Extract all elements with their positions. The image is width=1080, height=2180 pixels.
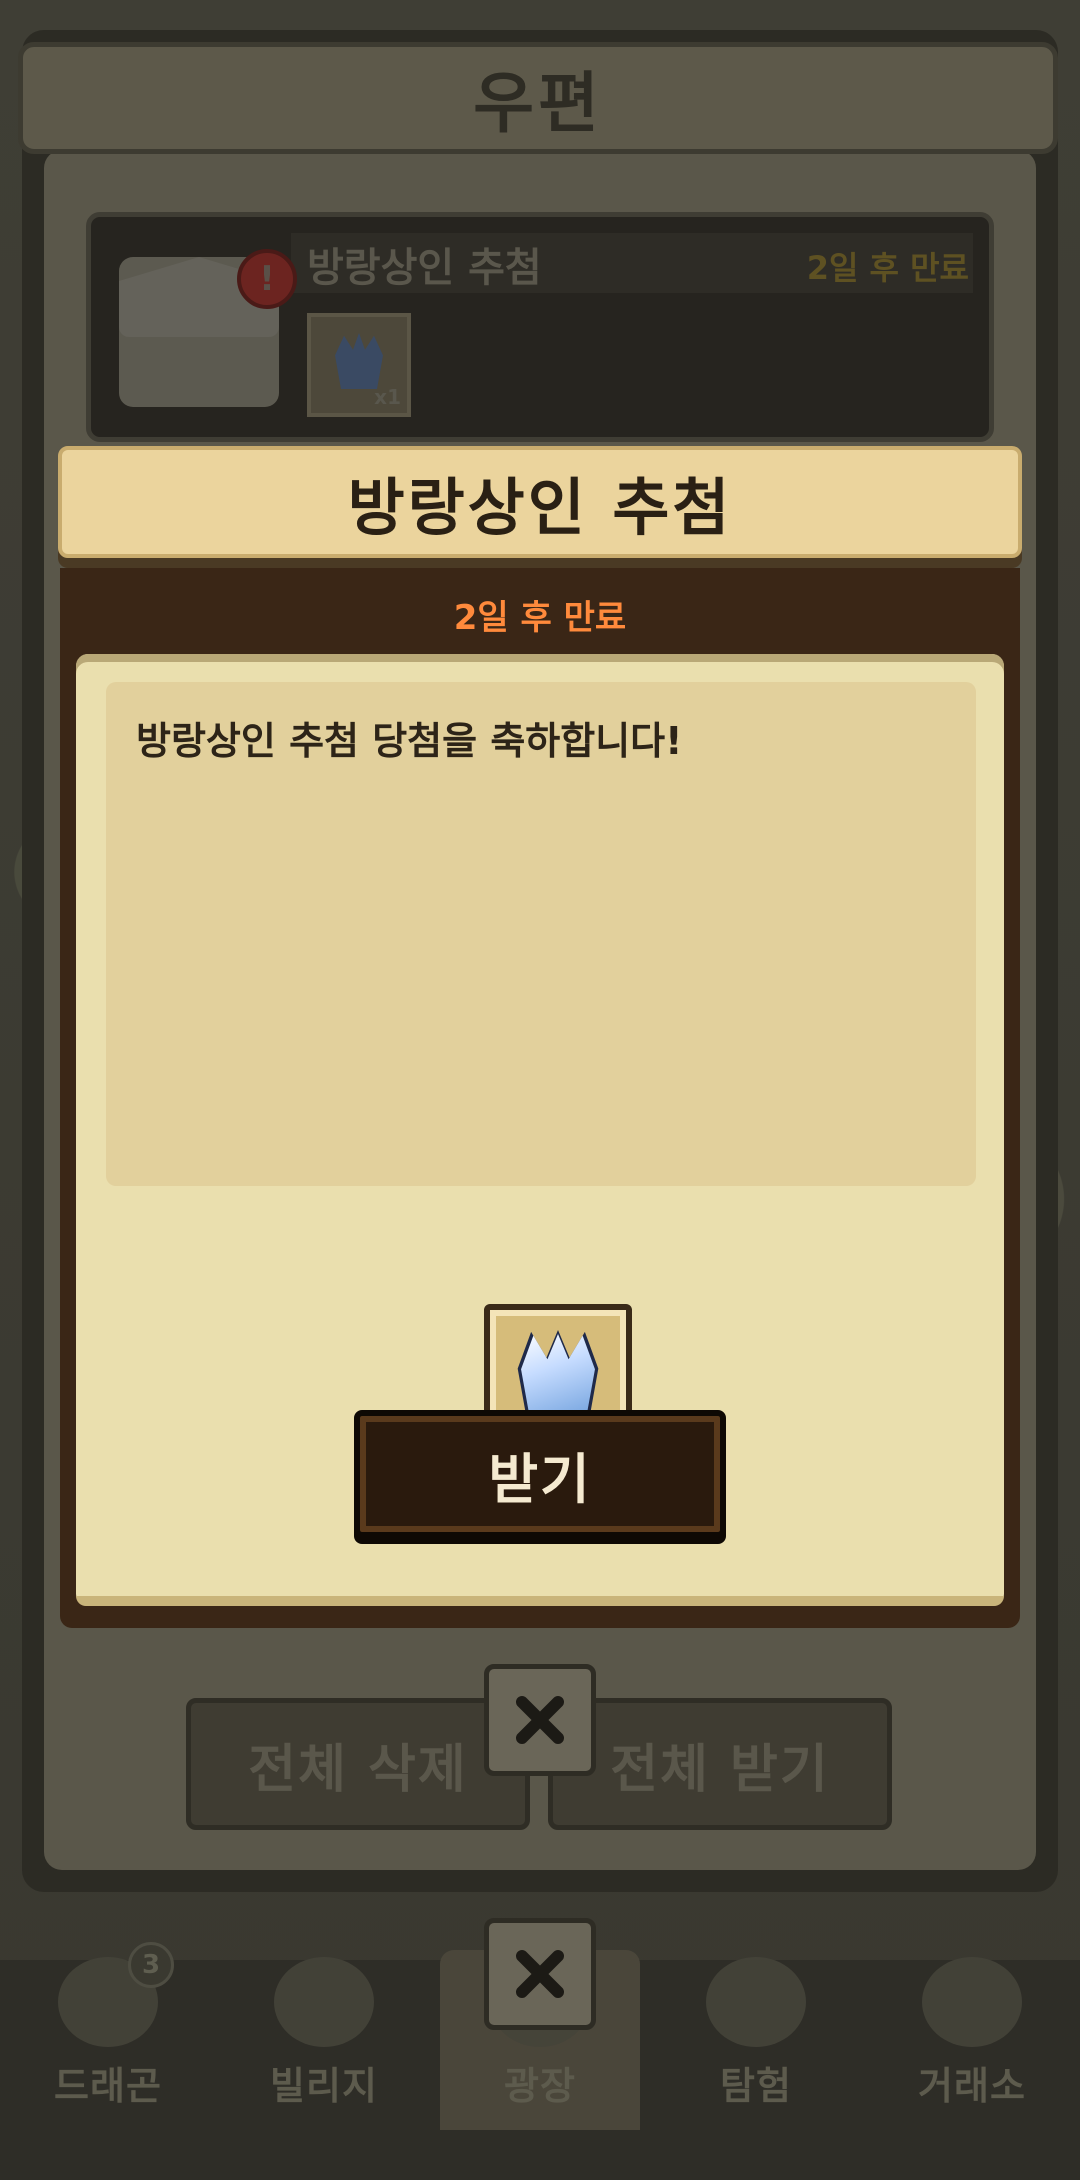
message-text: 방랑상인 추첨 당첨을 축하합니다! xyxy=(136,719,683,763)
receive-button[interactable]: 받기 xyxy=(354,1410,726,1538)
nav-label: 탐험 xyxy=(720,2064,792,2108)
alert-icon: ! xyxy=(237,249,297,309)
notification-badge: 3 xyxy=(128,1942,174,1988)
nav-label: 드래곤 xyxy=(54,2064,162,2108)
mailbox-header: 우편 xyxy=(18,42,1058,154)
delete-all-label: 전체 삭제 xyxy=(248,1739,468,1800)
mailbox-title: 우편 xyxy=(473,65,603,142)
popup-body: 방랑상인 추첨 당첨을 축하합니다! x1 받기 xyxy=(76,654,1004,1606)
reward-quantity: x1 xyxy=(374,385,401,409)
nav-label: 광장 xyxy=(504,2064,576,2108)
delete-all-button[interactable]: 전체 삭제 xyxy=(186,1698,530,1830)
crystal-icon xyxy=(335,333,383,389)
receive-button-label: 받기 xyxy=(488,1447,592,1511)
nav-item-exchange[interactable]: 거래소 xyxy=(872,1950,1072,2130)
compass-icon xyxy=(706,1957,806,2047)
mail-item-title: 방랑상인 추첨 xyxy=(307,245,542,291)
village-icon xyxy=(274,1957,374,2047)
message-box: 방랑상인 추첨 당첨을 축하합니다! xyxy=(106,682,976,1186)
mail-item-expiry: 2일 후 만료 xyxy=(806,249,969,287)
mail-list-item[interactable]: ! 방랑상인 추첨 2일 후 만료 x1 xyxy=(86,212,994,442)
nav-item-dragon[interactable]: 3 드래곤 xyxy=(8,1942,208,2130)
receive-all-label: 전체 받기 xyxy=(610,1739,830,1800)
popup-expiry: 2일 후 만료 xyxy=(453,598,627,638)
mail-detail-popup: 2일 후 만료 방랑상인 추첨 당첨을 축하합니다! x1 받기 xyxy=(60,568,1020,1628)
receive-all-button[interactable]: 전체 받기 xyxy=(548,1698,892,1830)
close-mailbox-button[interactable] xyxy=(484,1918,596,2030)
nav-item-explore[interactable]: 탐험 xyxy=(656,1950,856,2130)
exchange-icon xyxy=(922,1957,1022,2047)
nav-label: 빌리지 xyxy=(270,2064,378,2108)
nav-item-village[interactable]: 빌리지 xyxy=(224,1950,424,2130)
close-popup-button[interactable] xyxy=(484,1664,596,1776)
nav-label: 거래소 xyxy=(918,2064,1026,2108)
popup-title: 방랑상인 추첨 xyxy=(347,471,733,544)
close-icon xyxy=(516,1950,564,1998)
close-icon xyxy=(516,1696,564,1744)
popup-title-bar: 방랑상인 추첨 xyxy=(58,446,1022,558)
mail-item-reward-slot: x1 xyxy=(307,313,411,417)
